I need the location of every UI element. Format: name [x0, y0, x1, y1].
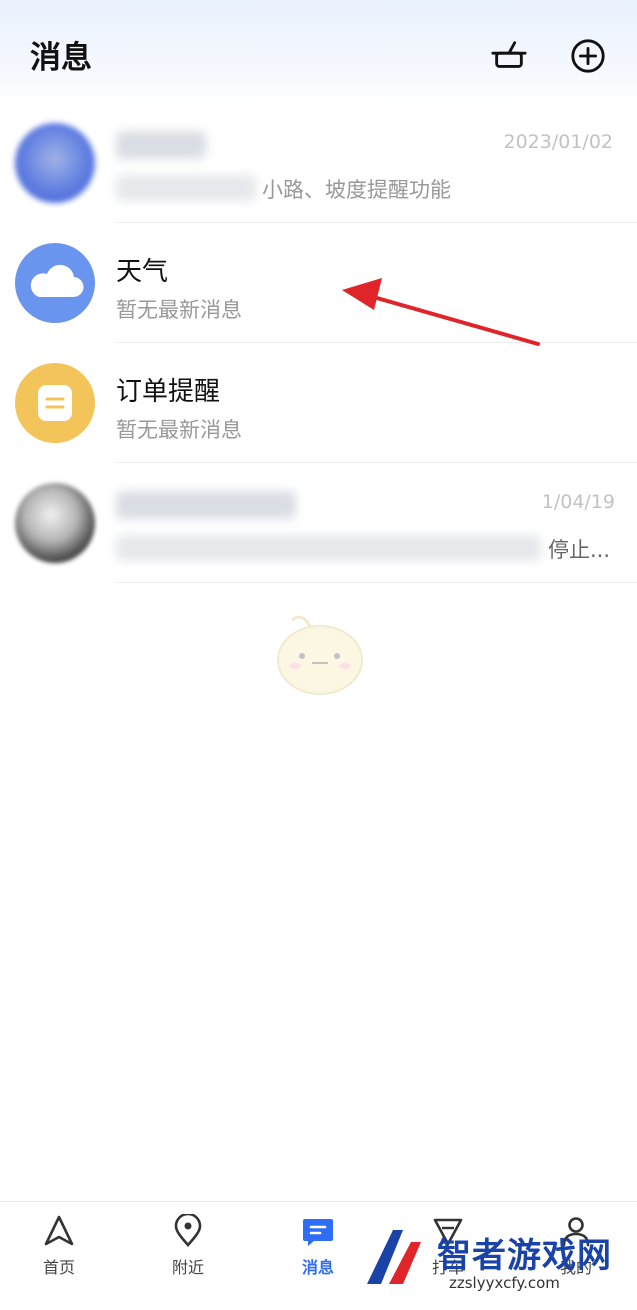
page-title: 消息	[30, 40, 92, 76]
message-preview: 暂无最新消息	[116, 298, 242, 322]
message-item-blurred-1[interactable]: 小路、坡度提醒功能 2023/01/02	[0, 103, 637, 223]
add-button[interactable]	[568, 36, 608, 76]
cloud-icon	[30, 264, 84, 298]
message-date: 2023/01/02	[503, 131, 613, 153]
tab-label: 附近	[171, 1258, 204, 1277]
weather-avatar	[15, 243, 95, 323]
watermark-text: 智者游戏网	[437, 1236, 612, 1276]
location-pin-icon	[174, 1214, 202, 1247]
avatar	[15, 483, 95, 563]
broom-icon	[491, 41, 527, 68]
order-avatar	[15, 363, 95, 443]
add-icon	[571, 39, 605, 73]
watermark-logo	[367, 1230, 421, 1284]
message-date: 1/04/19	[541, 491, 615, 513]
order-icon	[38, 385, 72, 421]
message-icon	[303, 1219, 333, 1246]
tab-label: 首页	[42, 1258, 75, 1277]
message-item-order-reminder[interactable]: 订单提醒 暂无最新消息	[0, 343, 637, 463]
message-title: 订单提醒	[116, 377, 221, 407]
watermark: 智者游戏网 zzslyyxcfy.com	[359, 1222, 629, 1302]
tab-home[interactable]: 首页	[19, 1214, 99, 1284]
message-item-blurred-2[interactable]: 停止... 1/04/19	[0, 463, 637, 583]
tab-label: 消息	[301, 1258, 334, 1277]
message-preview: 停止...	[548, 538, 611, 562]
blurred-title	[116, 491, 296, 519]
message-preview: 小路、坡度提醒功能	[262, 178, 451, 202]
tab-nearby[interactable]: 附近	[148, 1214, 228, 1284]
tab-messages[interactable]: 消息	[278, 1214, 358, 1284]
divider	[116, 582, 637, 583]
mascot-illustration	[277, 615, 363, 695]
message-preview: 暂无最新消息	[116, 418, 242, 442]
watermark-url: zzslyyxcfy.com	[449, 1274, 560, 1292]
navigation-arrow-icon	[44, 1215, 74, 1246]
message-title: 天气	[116, 257, 169, 287]
annotation-arrow	[342, 278, 540, 346]
blurred-title	[116, 131, 206, 159]
header: 消息	[0, 0, 637, 105]
clear-unread-button[interactable]	[489, 36, 529, 76]
blurred-text	[116, 175, 256, 201]
blurred-text	[116, 535, 541, 561]
avatar	[15, 123, 95, 203]
